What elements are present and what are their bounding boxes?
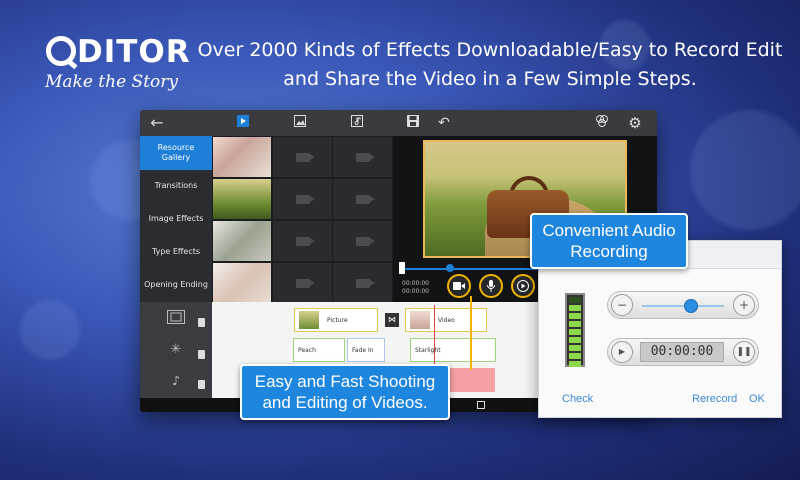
timeline-clip[interactable]: Picture [294,308,378,332]
play-icon [517,280,529,292]
empty-video-slot[interactable] [333,179,392,219]
record-timer: 00:00:00 [640,342,724,362]
level-meter-bar [569,305,581,311]
editor-toolbar: ← ↶ ⚙ [140,110,657,136]
video-camera-icon [295,194,315,204]
time-readout: 00:00:00 00:00:00 [402,280,429,295]
empty-video-slot[interactable] [273,179,332,219]
save-icon[interactable] [404,114,422,132]
empty-video-slot[interactable] [333,221,392,261]
scrubber-start-handle[interactable] [399,262,405,274]
ok-link[interactable]: OK [749,393,765,405]
timeline-effect-clip[interactable]: Peach [293,338,345,362]
logo-q-mark [46,36,76,66]
video-camera-icon [295,236,315,246]
resource-grid [212,136,393,303]
audio-recording-callout: Convenient Audio Recording [530,213,688,269]
back-arrow-icon[interactable]: ← [148,114,166,132]
effects-track-icon: ✳ [170,342,182,357]
rerecord-link[interactable]: Rerecord [692,393,737,405]
app-logo: DITOR [46,34,191,70]
editor-sidebar: Resource Gallery Transitions Image Effec… [140,136,212,302]
play-recording-button[interactable]: ▶ [611,341,633,363]
empty-video-slot[interactable] [273,263,332,303]
video-camera-icon [295,278,315,288]
level-meter-bar [569,337,581,343]
check-link[interactable]: Check [562,393,593,405]
level-meter-bar [569,353,581,359]
record-video-button[interactable] [447,274,471,298]
video-camera-icon [355,194,375,204]
level-meter-bar [569,297,581,303]
transition-marker-icon[interactable]: ⋈ [385,313,399,327]
record-audio-button[interactable] [479,274,503,298]
video-camera-icon [453,282,465,290]
empty-video-slot[interactable] [333,263,392,303]
video-camera-icon [355,236,375,246]
play-button[interactable] [511,274,535,298]
volume-up-button[interactable]: + [733,294,755,316]
gallery-thumbnail[interactable] [213,221,271,261]
timeline-effect-clip[interactable]: Fade In [347,338,385,362]
settings-gear-icon[interactable]: ⚙ [626,114,644,132]
video-camera-icon [295,152,315,162]
sidebar-item-image-effects[interactable]: Image Effects [140,202,212,236]
tagline: Make the Story [45,72,178,92]
video-camera-icon [355,152,375,162]
music-tab-icon[interactable] [348,114,366,132]
level-meter-bar [569,361,581,367]
clip-thumbnail [299,311,319,329]
trash-icon[interactable] [198,380,205,389]
headline: Over 2000 Kinds of Effects Downloadable/… [190,36,790,94]
microphone-icon [487,280,495,292]
empty-video-slot[interactable] [273,137,332,177]
undo-icon[interactable]: ↶ [435,114,453,132]
shooting-editing-callout: Easy and Fast Shooting and Editing of Vi… [240,364,450,420]
sidebar-item-transitions[interactable]: Transitions [140,169,212,203]
gallery-thumbnail[interactable] [213,263,271,303]
color-filter-icon[interactable] [593,114,611,132]
gallery-thumbnail[interactable] [213,179,271,219]
image-tab-icon[interactable] [291,114,309,132]
pause-recording-button[interactable]: ❚❚ [733,341,755,363]
bokeh-light [20,300,80,360]
scrubber-thumb[interactable] [446,264,454,272]
callout-leader-line [418,296,472,370]
video-camera-icon [355,278,375,288]
music-track-icon: ♪ [171,374,181,389]
bokeh-light [690,110,800,230]
recent-apps-icon[interactable] [477,401,485,409]
empty-video-slot[interactable] [333,137,392,177]
level-meter-bar [569,321,581,327]
timeline-track-controls: ✳ ♪ [140,302,212,398]
volume-control: − + [607,291,759,319]
level-meter-bar [569,345,581,351]
headline-line-1: Over 2000 Kinds of Effects Downloadable/… [197,39,783,61]
volume-slider-track[interactable] [642,305,724,307]
playback-scrubber[interactable] [402,268,552,270]
audio-level-meter [565,293,585,367]
sidebar-item-opening-ending[interactable]: Opening Ending [140,268,212,302]
sidebar-item-type-effects[interactable]: Type Effects [140,235,212,269]
volume-slider-thumb[interactable] [684,299,699,313]
trash-icon[interactable] [198,318,205,327]
volume-down-button[interactable]: − [611,294,633,316]
film-track-icon [166,310,186,328]
level-meter-bar [569,329,581,335]
trash-icon[interactable] [198,350,205,359]
sidebar-item-resource-gallery[interactable]: Resource Gallery [140,136,212,170]
record-control: ▶ 00:00:00 ❚❚ [607,338,759,366]
gallery-thumbnail[interactable] [213,137,271,177]
video-tab-icon[interactable] [234,114,252,132]
headline-line-2: and Share the Video in a Few Simple Step… [283,68,697,90]
empty-video-slot[interactable] [273,221,332,261]
level-meter-bar [569,313,581,319]
